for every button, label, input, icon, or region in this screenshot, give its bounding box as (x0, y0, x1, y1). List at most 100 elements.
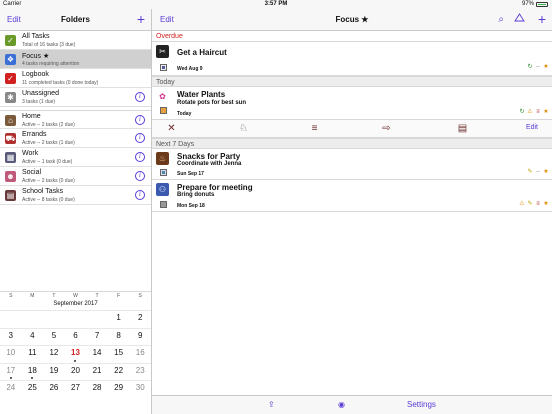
folder-item[interactable]: ☻ Social Active -- 2 tasks (0 due) i (0, 167, 151, 186)
info-button[interactable]: i (135, 133, 145, 143)
calendar-day[interactable]: 16 (129, 345, 151, 363)
school-icon: ▤ (5, 190, 16, 201)
task-tags: ↻ ⚠ ≡ ★ (519, 109, 549, 115)
calendar-day[interactable]: 4 (21, 327, 44, 346)
calendar-day[interactable]: 17 (0, 362, 22, 381)
home-icon: ⌂ (5, 115, 16, 126)
calendar-day[interactable]: 22 (107, 362, 130, 381)
clock: 3:57 PM (264, 1, 288, 7)
section-next-7-days: Next 7 Days (152, 138, 552, 149)
settings-button[interactable]: Settings (407, 400, 436, 409)
calendar-day[interactable]: 3 (0, 327, 22, 346)
logbook-icon: ✓ (5, 73, 16, 84)
folder-item[interactable]: ✓ All Tasks Total of 16 tasks (3 due) (0, 31, 151, 50)
calendar-day[interactable]: 20 (64, 362, 87, 381)
task-action-toolbar: ✕ ♘ ≡ ⇨ ▤ Edit (152, 120, 552, 138)
toolbar-edit-button[interactable]: Edit (526, 124, 538, 131)
folder-item[interactable]: ▦ Work Active -- 1 task (0 due) i (0, 148, 151, 167)
task-checkbox[interactable] (160, 201, 167, 208)
calendar-day[interactable]: 5 (43, 327, 65, 346)
scissors-icon: ✂ (156, 45, 169, 58)
note-icon: ✎ (527, 169, 533, 175)
task-get-a-haircut[interactable]: ✂ Get a Haircut Wed Aug 9 ↻ – ★ (152, 42, 552, 76)
day-number: 15 (114, 348, 124, 357)
folder-item[interactable]: ❖ Focus ★ 4 tasks requiring attention (0, 50, 151, 69)
calendar-day[interactable]: 25 (21, 380, 44, 398)
tasks-edit-button[interactable]: Edit (160, 9, 174, 31)
priority-low-icon: – (536, 64, 540, 70)
calendar-day[interactable]: 19 (43, 362, 65, 381)
calendar-day[interactable]: 29 (107, 380, 130, 398)
day-number: 10 (6, 348, 16, 357)
folder-subtitle: Active -- 2 tasks (2 due) (22, 122, 75, 128)
day-number: 4 (30, 330, 35, 340)
info-button[interactable]: i (135, 190, 145, 200)
folder-item[interactable]: ⌂ Home Active -- 2 tasks (2 due) i (0, 110, 151, 129)
calendar-day[interactable]: 1 (107, 310, 130, 328)
calendar-day[interactable]: 15 (107, 345, 130, 363)
folders-edit-button[interactable]: Edit (7, 9, 21, 31)
calendar-day[interactable]: 2 (129, 310, 151, 328)
calendar-day[interactable]: 8 (107, 327, 130, 346)
checkbox-fill (162, 171, 165, 174)
add-task-button[interactable]: + (538, 9, 546, 29)
folder-item[interactable]: ▤ School Tasks Active -- 8 tasks (0 due) i (0, 186, 151, 205)
info-button[interactable]: i (135, 92, 145, 102)
weekday-label: S (9, 293, 13, 299)
add-folder-button[interactable]: + (137, 9, 145, 29)
search-icon[interactable]: ⌕ (498, 9, 504, 31)
alarm-icon[interactable]: ♘ (237, 123, 250, 135)
calendar-day[interactable]: 12 (43, 345, 65, 363)
sync-icon[interactable] (514, 9, 525, 31)
day-number: 1 (116, 313, 121, 322)
calendar-day[interactable]: 28 (86, 380, 108, 398)
tasks-title: Focus ★ (335, 15, 369, 24)
calendar-day[interactable]: 13 (64, 345, 87, 363)
info-button[interactable]: i (135, 152, 145, 162)
task-water-plants[interactable]: ✿ Water Plants Rotate pots for best sun … (152, 87, 552, 120)
weekday-label: W (73, 293, 78, 299)
task-checkbox[interactable] (160, 169, 167, 176)
task-tags: ↻ – ★ (527, 64, 549, 70)
calendar-day[interactable]: 26 (43, 380, 65, 398)
calendar-day[interactable]: 30 (129, 380, 151, 398)
priority-high-icon: ≡ (536, 109, 540, 115)
move-icon[interactable]: ⇨ (380, 123, 393, 135)
calendar-day[interactable]: 21 (86, 362, 108, 381)
calendar-day[interactable]: 6 (64, 327, 87, 346)
folder-item[interactable]: ✓ Logbook 11 completed tasks (0 done today… (0, 69, 151, 88)
calendar-day[interactable]: 23 (129, 362, 151, 381)
section-overdue: Overdue (152, 31, 552, 42)
info-button[interactable]: i (135, 171, 145, 181)
day-number: 3 (8, 330, 13, 340)
share-icon[interactable]: ⇪ (268, 400, 275, 409)
tools-icon[interactable]: ✕ (165, 123, 178, 135)
weekday-label: F (117, 293, 121, 299)
notes-icon[interactable]: ▤ (456, 123, 469, 135)
priority-low-icon: – (536, 169, 540, 175)
cake-icon: ♨ (156, 152, 169, 165)
view-eye-icon[interactable]: ◉ (338, 400, 345, 409)
task-checkbox[interactable] (160, 107, 167, 114)
errands-icon: ⛟ (5, 133, 16, 144)
calendar-day[interactable]: 10 (0, 345, 22, 363)
calendar-day[interactable]: 27 (64, 380, 87, 398)
info-button[interactable]: i (135, 115, 145, 125)
calendar-day[interactable]: 14 (86, 345, 108, 363)
calendar-day[interactable]: 18 (21, 362, 44, 381)
calendar-day[interactable]: 24 (0, 380, 22, 398)
day-number: 19 (49, 365, 59, 375)
calendar-day[interactable]: 9 (129, 327, 151, 346)
alert-icon: ⚠ (519, 201, 525, 207)
task-title: Water Plants (177, 90, 226, 99)
calendar-day[interactable]: 7 (86, 327, 108, 346)
task-date: Today (177, 111, 192, 117)
task-prepare-for-meeting[interactable]: ⚇ Prepare for meeting Bring donuts Mon S… (152, 180, 552, 212)
priority-icon[interactable]: ≡ (308, 123, 321, 135)
calendar-day[interactable]: 11 (21, 345, 44, 363)
task-snacks-for-party[interactable]: ♨ Snacks for Party Coordinate with Jenna… (152, 149, 552, 180)
day-number: 16 (135, 348, 145, 357)
folder-item[interactable]: ✱ Unassigned 3 tasks (1 due) i (0, 88, 151, 107)
task-checkbox[interactable] (160, 64, 167, 71)
folder-item[interactable]: ⛟ Errands Active -- 2 tasks (1 due) i (0, 129, 151, 148)
